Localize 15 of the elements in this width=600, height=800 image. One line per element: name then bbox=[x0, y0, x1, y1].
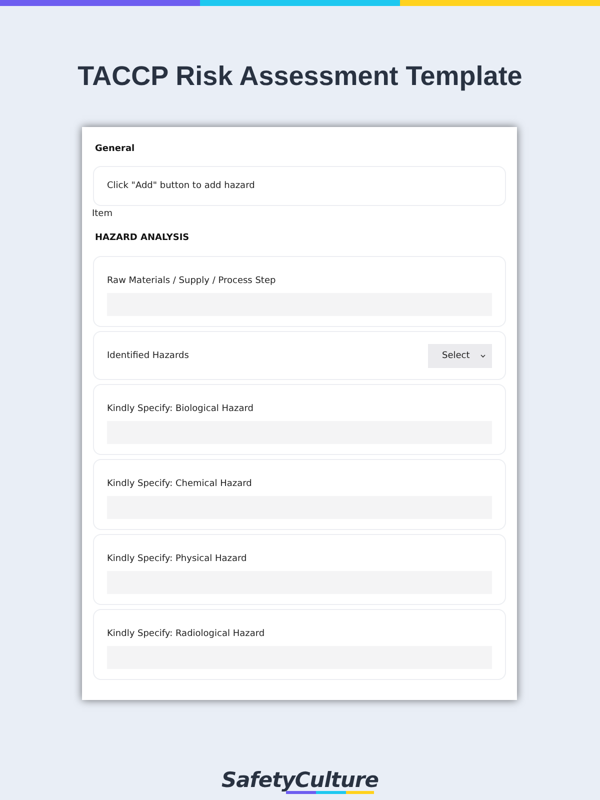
page-title: TACCP Risk Assessment Template bbox=[76, 60, 524, 93]
question-label: Kindly Specify: Physical Hazard bbox=[107, 553, 247, 565]
question-label: Kindly Specify: Radiological Hazard bbox=[107, 628, 265, 640]
section-heading: HAZARD ANALYSIS bbox=[95, 232, 190, 244]
question-label: Kindly Specify: Biological Hazard bbox=[107, 403, 254, 415]
item-label: Item bbox=[92, 209, 112, 219]
logo-text: SafetyCulture bbox=[221, 768, 379, 792]
hazard-note: Click "Add" button to add hazard bbox=[93, 166, 506, 206]
logo-underline-icon bbox=[286, 791, 374, 794]
question-label: Raw Materials / Supply / Process Step bbox=[107, 275, 276, 287]
question-label: Identified Hazards bbox=[107, 350, 189, 362]
section-heading: General bbox=[95, 143, 135, 155]
caret-icon bbox=[480, 354, 486, 358]
select-dropdown[interactable]: Select bbox=[428, 344, 492, 368]
question-label: Kindly Specify: Chemical Hazard bbox=[107, 478, 252, 490]
